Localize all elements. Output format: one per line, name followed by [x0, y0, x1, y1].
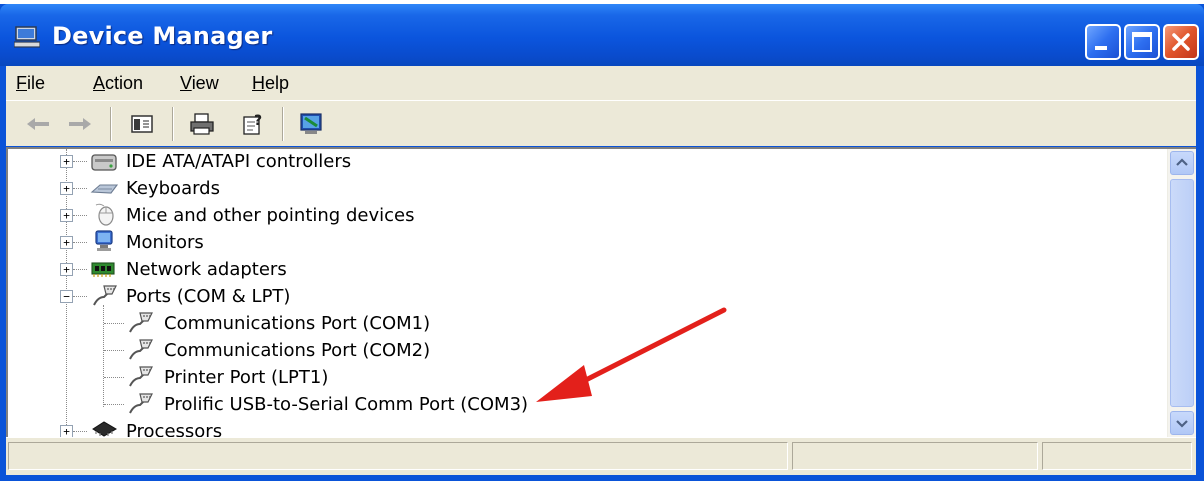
processor-icon — [92, 421, 117, 437]
svg-text:?: ? — [254, 113, 262, 129]
tree-line — [73, 431, 87, 432]
tree-line — [104, 377, 124, 378]
minimize-icon — [1095, 46, 1107, 50]
tree-line — [73, 242, 87, 243]
toolbar-separator — [282, 107, 284, 141]
computer-icon — [14, 26, 40, 48]
chevron-down-icon — [1176, 420, 1188, 428]
network-adapter-icon — [91, 262, 115, 277]
monitor-icon — [95, 230, 113, 251]
tree-item-communications-port-com2[interactable]: Communications Port (COM2) — [164, 340, 430, 361]
tree-line — [73, 215, 87, 216]
expand-toggle[interactable]: + — [60, 209, 73, 222]
tree-item-keyboards[interactable]: Keyboards — [126, 178, 220, 199]
scan-hardware-icon — [300, 113, 322, 134]
close-icon — [1172, 33, 1190, 51]
window-title: Device Manager — [52, 22, 273, 50]
keyboard-icon — [90, 184, 118, 194]
menu-action-label: ction — [105, 73, 144, 93]
tree-item-network-adapters[interactable]: Network adapters — [126, 259, 287, 280]
tree-item-mice-and-other-pointing-devices[interactable]: Mice and other pointing devices — [126, 205, 414, 226]
scrollbar-thumb[interactable] — [1170, 179, 1194, 407]
menu-bar: File Action View Help — [6, 66, 1196, 100]
status-bar — [6, 437, 1196, 475]
properties-help-button[interactable]: ? — [238, 109, 270, 139]
print-button[interactable] — [186, 109, 218, 139]
toolbar-separator — [172, 107, 174, 141]
maximize-button[interactable] — [1124, 24, 1160, 60]
back-button[interactable] — [22, 109, 54, 139]
title-bar[interactable]: Device Manager — [0, 4, 1204, 66]
expand-toggle[interactable]: + — [60, 182, 73, 195]
minimize-button[interactable] — [1085, 24, 1121, 60]
tree-line — [73, 188, 87, 189]
port-icon — [93, 285, 117, 306]
forward-button[interactable] — [64, 109, 96, 139]
show-hide-tree-button[interactable] — [126, 109, 158, 139]
tree-item-prolific-usb-to-serial-com3[interactable]: Prolific USB-to-Serial Comm Port (COM3) — [164, 394, 528, 415]
menu-file[interactable]: File — [16, 73, 45, 94]
tree-item-communications-port-com1[interactable]: Communications Port (COM1) — [164, 313, 430, 334]
tree-line — [104, 404, 124, 405]
expand-toggle[interactable]: + — [60, 155, 73, 168]
port-icon — [129, 339, 153, 360]
menu-help-label: elp — [265, 73, 290, 93]
forward-arrow-icon — [69, 118, 91, 130]
tree-item-processors[interactable]: Processors — [126, 421, 222, 437]
printer-icon — [190, 113, 214, 135]
vertical-scrollbar[interactable] — [1167, 149, 1196, 437]
menu-view[interactable]: View — [180, 73, 219, 94]
menu-view-label: iew — [191, 73, 219, 93]
scroll-down-button[interactable] — [1170, 411, 1194, 435]
menu-help[interactable]: Help — [252, 73, 289, 94]
device-tree-view[interactable]: + IDE ATA/ATAPI controllers + Keyboards … — [6, 147, 1196, 437]
tree-item-ports-com-lpt[interactable]: Ports (COM & LPT) — [126, 286, 290, 307]
scan-hardware-button[interactable] — [296, 109, 328, 139]
show-hide-console-tree-icon — [131, 115, 153, 133]
scroll-up-button[interactable] — [1170, 151, 1194, 175]
collapse-toggle[interactable]: − — [60, 290, 73, 303]
back-arrow-icon — [27, 118, 49, 130]
tree-item-ide-ata-atapi-controllers[interactable]: IDE ATA/ATAPI controllers — [126, 151, 351, 172]
tree-line — [73, 269, 87, 270]
menu-view-accel: V — [180, 73, 192, 93]
status-cell-secondary — [792, 442, 1038, 470]
menu-action[interactable]: Action — [93, 73, 143, 94]
tree-item-monitors[interactable]: Monitors — [126, 232, 204, 253]
tree-line — [73, 161, 87, 162]
expand-toggle[interactable]: + — [60, 236, 73, 249]
tree-line — [104, 323, 124, 324]
status-cell-main — [8, 442, 788, 470]
expand-toggle[interactable]: + — [60, 425, 73, 437]
mouse-icon — [95, 203, 114, 226]
toolbar: ? — [6, 100, 1196, 146]
menu-file-accel: F — [16, 73, 27, 93]
port-icon — [129, 312, 153, 333]
menu-help-accel: H — [252, 73, 265, 93]
port-icon — [129, 393, 153, 414]
status-cell-tertiary — [1042, 442, 1192, 470]
port-icon — [129, 366, 153, 387]
chevron-up-icon — [1176, 158, 1188, 166]
tree-line — [103, 305, 104, 407]
menu-action-accel: A — [93, 73, 106, 93]
expand-toggle[interactable]: + — [60, 263, 73, 276]
help-properties-icon: ? — [243, 113, 262, 135]
tree-line — [73, 296, 87, 297]
maximize-icon — [1132, 32, 1152, 52]
ide-controller-icon — [91, 154, 117, 171]
device-manager-window: Device Manager File Action View Help ? +… — [0, 4, 1204, 481]
tree-line — [104, 350, 124, 351]
toolbar-separator — [110, 107, 112, 141]
close-button[interactable] — [1163, 24, 1199, 60]
tree-item-printer-port-lpt1[interactable]: Printer Port (LPT1) — [164, 367, 328, 388]
menu-file-label: ile — [27, 73, 46, 93]
